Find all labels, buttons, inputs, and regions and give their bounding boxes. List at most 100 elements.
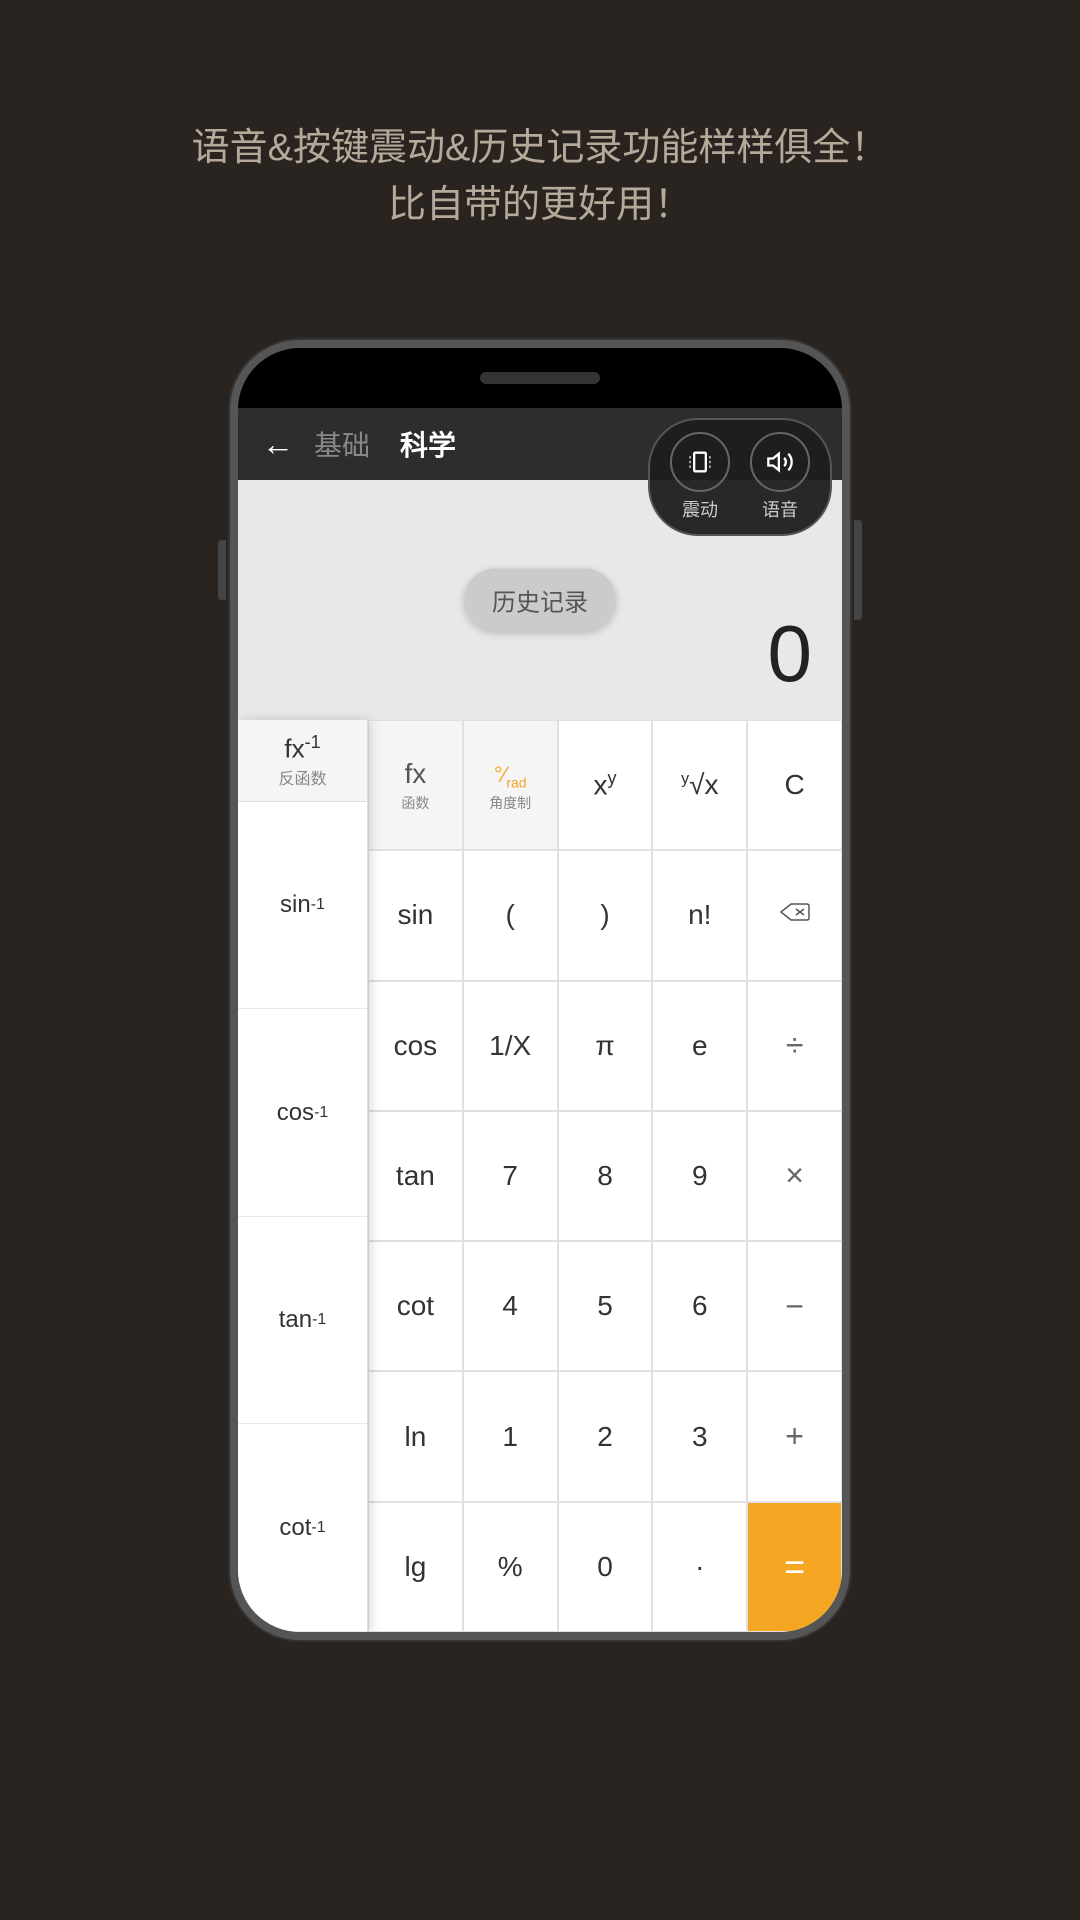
tab-science[interactable]: 科学 bbox=[400, 424, 456, 464]
key-9[interactable]: 9 bbox=[652, 1111, 747, 1241]
side-sin-inv[interactable]: sin-1 bbox=[238, 802, 367, 1010]
key-ln[interactable]: ln bbox=[368, 1371, 463, 1501]
vibrate-icon bbox=[670, 432, 730, 492]
key-main-label: · bbox=[695, 1551, 704, 1583]
key-2[interactable]: 2 bbox=[558, 1371, 653, 1501]
key--[interactable]: + bbox=[747, 1371, 842, 1501]
main-keys: fx 函数 °⁄rad 角度制 xy y√x Csin () n! cos 1/X π e ÷ tan 7 8 9… bbox=[368, 720, 842, 1632]
key--[interactable] bbox=[747, 850, 842, 980]
key--[interactable]: ÷ bbox=[747, 981, 842, 1111]
key--[interactable]: = bbox=[747, 1502, 842, 1632]
key-main-label: 0 bbox=[597, 1551, 613, 1583]
key--[interactable]: ( bbox=[463, 850, 558, 980]
key-cos[interactable]: cos bbox=[368, 981, 463, 1111]
sound-icon bbox=[750, 432, 810, 492]
key-main-label: cos bbox=[394, 1030, 438, 1062]
key-cot[interactable]: cot bbox=[368, 1241, 463, 1371]
tab-basic[interactable]: 基础 bbox=[314, 424, 370, 464]
side-fx-sublabel: 反函数 bbox=[248, 765, 357, 789]
key-e[interactable]: e bbox=[652, 981, 747, 1111]
key--[interactable]: % bbox=[463, 1502, 558, 1632]
key-main-label: ln bbox=[405, 1421, 427, 1453]
sound-menu-item[interactable]: 语音 bbox=[750, 432, 810, 522]
promo-text: 语音&按键震动&历史记录功能样样俱全！ 比自带的更好用！ bbox=[0, 0, 1080, 294]
key-main-label: 4 bbox=[502, 1290, 518, 1322]
key---x[interactable]: y√x bbox=[652, 720, 747, 850]
key-main-label: n! bbox=[688, 899, 711, 931]
key-n-[interactable]: n! bbox=[652, 850, 747, 980]
key-main-label bbox=[779, 899, 811, 931]
phone-container: ← 基础 科学 震动 bbox=[230, 340, 850, 1640]
key-main-label: sin bbox=[398, 899, 434, 931]
key--[interactable]: × bbox=[747, 1111, 842, 1241]
display-value: 0 bbox=[768, 608, 813, 700]
key-main-label: 2 bbox=[597, 1421, 613, 1453]
key-main-label: = bbox=[784, 1546, 805, 1588]
key-sub-label: 函数 bbox=[401, 793, 429, 813]
key-main-label: y√x bbox=[681, 769, 718, 801]
side-fx-main: fx-1 bbox=[248, 732, 357, 765]
key-main-label: % bbox=[498, 1551, 523, 1583]
side-cot-inv[interactable]: cot-1 bbox=[238, 1424, 367, 1632]
side-tan-inv[interactable]: tan-1 bbox=[238, 1217, 367, 1425]
key--[interactable]: · bbox=[652, 1502, 747, 1632]
key-main-label: 9 bbox=[692, 1160, 708, 1192]
floating-menu: 震动 语音 bbox=[648, 418, 832, 536]
key--[interactable]: − bbox=[747, 1241, 842, 1371]
key-4[interactable]: 4 bbox=[463, 1241, 558, 1371]
key-main-label: ( bbox=[506, 899, 515, 931]
key-3[interactable]: 3 bbox=[652, 1371, 747, 1501]
key-C[interactable]: C bbox=[747, 720, 842, 850]
key-6[interactable]: 6 bbox=[652, 1241, 747, 1371]
calc-toolbar: ← 基础 科学 震动 bbox=[238, 408, 842, 480]
key-main-label: fx bbox=[405, 758, 427, 790]
key-main-label: xy bbox=[593, 768, 616, 801]
key-main-label: e bbox=[692, 1030, 708, 1062]
key-x-[interactable]: xy bbox=[558, 720, 653, 850]
key-main-label: lg bbox=[405, 1551, 427, 1583]
phone-notch bbox=[238, 348, 842, 408]
side-panel: fx-1 反函数 sin-1 cos-1 tan-1 cot-1 bbox=[238, 720, 368, 1632]
key-main-label: tan bbox=[396, 1160, 435, 1192]
side-cos-inv[interactable]: cos-1 bbox=[238, 1009, 367, 1217]
sound-label: 语音 bbox=[762, 496, 798, 522]
key-main-label: ) bbox=[600, 899, 609, 931]
key-sub-label: 角度制 bbox=[489, 793, 531, 813]
key-8[interactable]: 8 bbox=[558, 1111, 653, 1241]
key-tan[interactable]: tan bbox=[368, 1111, 463, 1241]
side-button-left bbox=[218, 540, 226, 600]
key-main-label: °⁄rad bbox=[494, 757, 527, 790]
calc-keyboard: fx-1 反函数 sin-1 cos-1 tan-1 cot-1 fx 函数 °⁄r… bbox=[238, 720, 842, 1632]
key-main-label: 1/X bbox=[489, 1030, 531, 1062]
key---rad[interactable]: °⁄rad 角度制 bbox=[463, 720, 558, 850]
history-button[interactable]: 历史记录 bbox=[464, 569, 616, 632]
side-panel-header: fx-1 反函数 bbox=[238, 720, 367, 801]
phone-frame: ← 基础 科学 震动 bbox=[230, 340, 850, 1640]
key-lg[interactable]: lg bbox=[368, 1502, 463, 1632]
key-main-label: cot bbox=[397, 1290, 434, 1322]
phone-speaker bbox=[480, 372, 600, 384]
key--[interactable]: ) bbox=[558, 850, 653, 980]
key--[interactable]: π bbox=[558, 981, 653, 1111]
key-1[interactable]: 1 bbox=[463, 1371, 558, 1501]
vibrate-label: 震动 bbox=[682, 496, 718, 522]
key-main-label: C bbox=[784, 769, 804, 801]
promo-line1: 语音&按键震动&历史记录功能样样俱全！ bbox=[60, 120, 1020, 177]
key-sin[interactable]: sin bbox=[368, 850, 463, 980]
key-main-label: ÷ bbox=[786, 1027, 804, 1064]
vibrate-menu-item[interactable]: 震动 bbox=[670, 432, 730, 522]
key-fx[interactable]: fx 函数 bbox=[368, 720, 463, 850]
key-main-label: π bbox=[595, 1030, 614, 1062]
back-button[interactable]: ← bbox=[262, 426, 294, 463]
side-button-right bbox=[854, 520, 862, 620]
key-main-label: 6 bbox=[692, 1290, 708, 1322]
calculator-app: ← 基础 科学 震动 bbox=[238, 408, 842, 1632]
key-5[interactable]: 5 bbox=[558, 1241, 653, 1371]
key-main-label: 7 bbox=[502, 1160, 518, 1192]
key-main-label: − bbox=[785, 1288, 804, 1325]
key-7[interactable]: 7 bbox=[463, 1111, 558, 1241]
key-0[interactable]: 0 bbox=[558, 1502, 653, 1632]
key-1-X[interactable]: 1/X bbox=[463, 981, 558, 1111]
key-main-label: × bbox=[785, 1157, 804, 1194]
promo-line2: 比自带的更好用！ bbox=[60, 177, 1020, 234]
